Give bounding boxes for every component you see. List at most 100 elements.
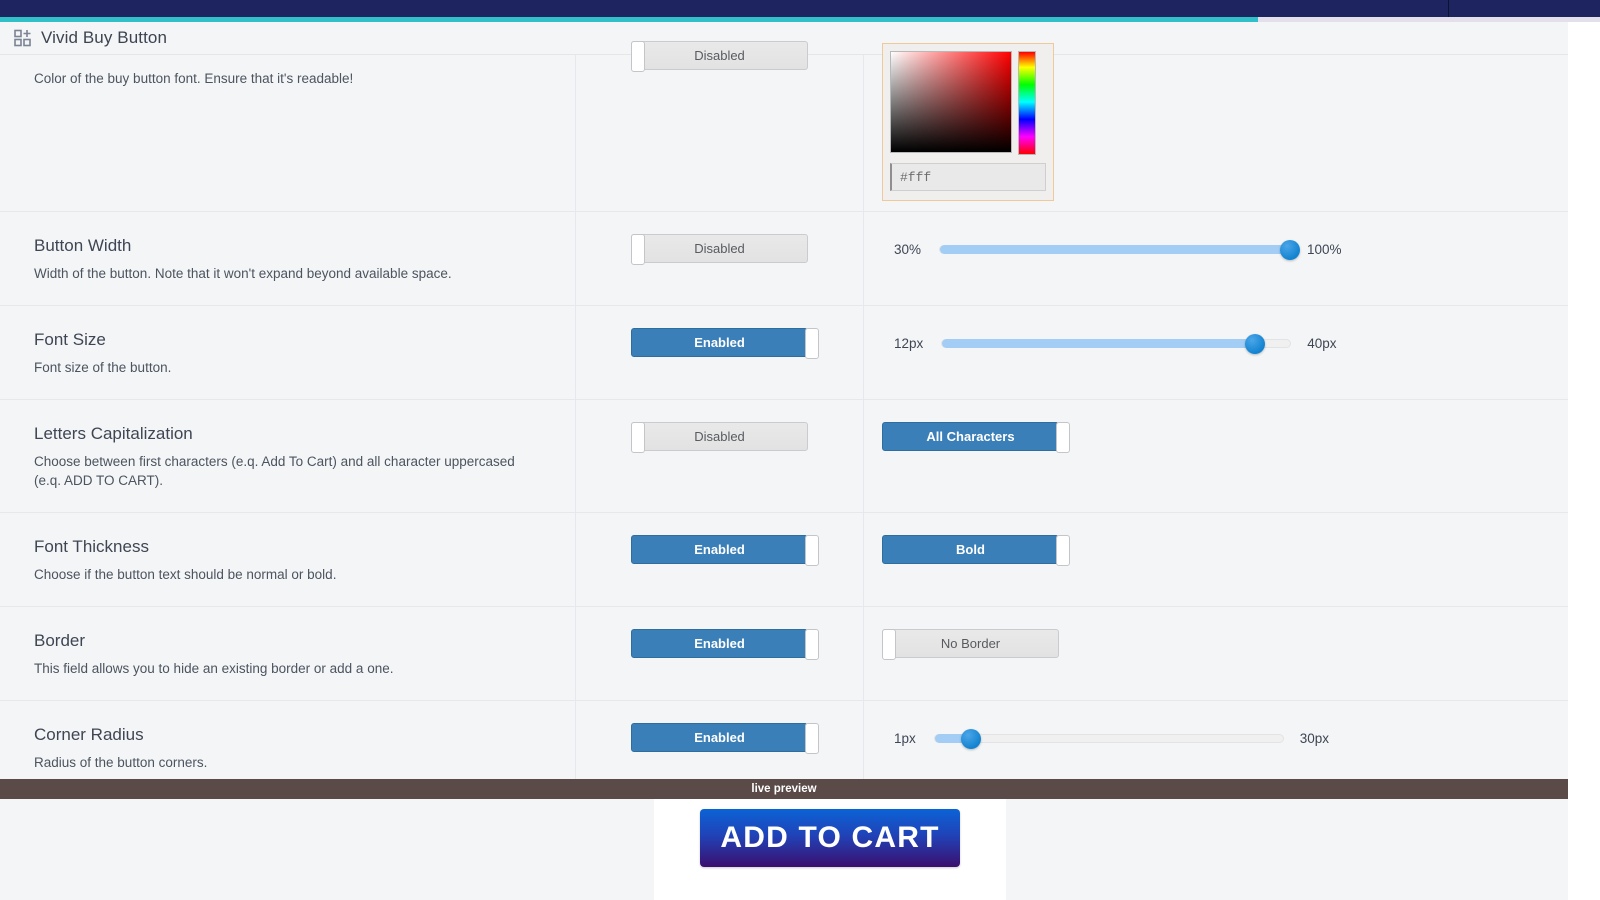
setting-label-cell: Letters Capitalization Choose between fir… xyxy=(0,400,576,512)
toggle-knob xyxy=(1056,422,1070,453)
toggle-knob xyxy=(882,629,896,660)
slider-corner-radius: 1px 30px xyxy=(882,723,1548,746)
setting-row-font-size: Font Size Font size of the button. Enabled… xyxy=(0,306,1568,400)
setting-label-cell: Border This field allows you to hide an e… xyxy=(0,607,576,700)
slider-font-size: 12px 40px xyxy=(882,328,1548,351)
toggle-label: Disabled xyxy=(694,429,745,444)
enable-toggle-button-width[interactable]: Disabled xyxy=(631,234,808,263)
live-preview-bar: live preview xyxy=(0,779,1568,799)
color-hex-input[interactable] xyxy=(890,163,1046,191)
color-picker-body xyxy=(890,51,1046,155)
setting-description: Choose if the button text should be norm… xyxy=(34,565,535,584)
settings-list: Color of the buy button font. Ensure tha… xyxy=(0,55,1568,779)
setting-enable-cell: Disabled xyxy=(576,400,864,512)
setting-row-letters-capitalization: Letters Capitalization Choose between fir… xyxy=(0,400,1568,513)
live-preview-card: ADD TO CART xyxy=(654,799,1006,900)
setting-description: Radius of the button corners. xyxy=(34,753,535,772)
slider-max-label: 100% xyxy=(1307,242,1342,257)
toggle-label: Enabled xyxy=(694,542,745,557)
setting-description: Width of the button. Note that it won't … xyxy=(34,264,535,283)
apps-add-icon xyxy=(14,29,32,47)
slider-min-label: 1px xyxy=(894,731,916,746)
browser-title-bar xyxy=(0,0,1600,17)
option-toggle-border[interactable]: No Border xyxy=(882,629,1059,658)
toggle-label: Enabled xyxy=(694,730,745,745)
setting-control-cell: Bold xyxy=(864,513,1568,606)
setting-enable-cell: Enabled xyxy=(576,513,864,606)
slider-fill xyxy=(942,339,1255,348)
slider-rail[interactable] xyxy=(941,339,1291,348)
enable-toggle-letters-capitalization[interactable]: Disabled xyxy=(631,422,808,451)
enable-toggle-border[interactable]: Enabled xyxy=(631,629,808,658)
slider-max-label: 40px xyxy=(1307,336,1336,351)
option-toggle-letters-capitalization[interactable]: All Characters xyxy=(882,422,1059,451)
toggle-label: Disabled xyxy=(694,241,745,256)
slider-min-label: 30% xyxy=(894,242,921,257)
setting-label-cell: Color of the buy button font. Ensure tha… xyxy=(0,55,576,211)
toggle-knob xyxy=(631,41,645,72)
toggle-knob xyxy=(805,629,819,660)
setting-title: Border xyxy=(34,629,535,653)
setting-label-cell: Button Width Width of the button. Note th… xyxy=(0,212,576,305)
toggle-label: Enabled xyxy=(694,636,745,651)
setting-title: Button Width xyxy=(34,234,535,258)
setting-control-cell: 12px 40px xyxy=(864,306,1568,399)
setting-label-cell: Font Thickness Choose if the button text … xyxy=(0,513,576,606)
toggle-knob xyxy=(1056,535,1070,566)
toggle-knob xyxy=(805,535,819,566)
option-toggle-font-thickness[interactable]: Bold xyxy=(882,535,1059,564)
slider-handle[interactable] xyxy=(961,729,981,749)
slider-button-width: 30% 100% xyxy=(882,234,1548,257)
slider-handle[interactable] xyxy=(1280,240,1300,260)
setting-enable-cell: Enabled xyxy=(576,306,864,399)
toggle-label: All Characters xyxy=(926,429,1014,444)
toggle-label: No Border xyxy=(941,636,1000,651)
setting-description: Choose between first characters (e.q. Ad… xyxy=(34,452,535,490)
setting-row-font-color: Color of the buy button font. Ensure tha… xyxy=(0,55,1568,212)
setting-title: Font Thickness xyxy=(34,535,535,559)
setting-control-cell xyxy=(864,55,1568,211)
setting-title: Letters Capitalization xyxy=(34,422,535,446)
setting-description: This field allows you to hide an existin… xyxy=(34,659,535,678)
setting-control-cell: All Characters xyxy=(864,400,1568,512)
setting-enable-cell: Enabled xyxy=(576,607,864,700)
setting-label-cell: Font Size Font size of the button. xyxy=(0,306,576,399)
enable-toggle-font-size[interactable]: Enabled xyxy=(631,328,808,357)
toggle-knob xyxy=(631,422,645,453)
slider-rail[interactable] xyxy=(934,734,1284,743)
right-gutter xyxy=(1568,22,1600,900)
setting-row-font-thickness: Font Thickness Choose if the button text … xyxy=(0,513,1568,607)
toggle-knob xyxy=(631,234,645,265)
toggle-knob xyxy=(805,328,819,359)
color-saturation-value-field[interactable] xyxy=(890,51,1012,153)
enable-toggle-corner-radius[interactable]: Enabled xyxy=(631,723,808,752)
toggle-label: Disabled xyxy=(694,48,745,63)
setting-title: Font Size xyxy=(34,328,535,352)
color-hue-strip[interactable] xyxy=(1018,51,1036,155)
setting-control-cell: 30% 100% xyxy=(864,212,1568,305)
slider-max-label: 30px xyxy=(1300,731,1329,746)
slider-min-label: 12px xyxy=(894,336,923,351)
enable-toggle-font-thickness[interactable]: Enabled xyxy=(631,535,808,564)
slider-handle[interactable] xyxy=(1245,334,1265,354)
toggle-label: Enabled xyxy=(694,335,745,350)
setting-description: Font size of the button. xyxy=(34,358,535,377)
setting-enable-cell: Disabled xyxy=(576,212,864,305)
slider-rail[interactable] xyxy=(939,245,1291,254)
live-preview-label: live preview xyxy=(751,783,816,795)
color-picker[interactable] xyxy=(882,43,1054,201)
toggle-knob xyxy=(805,723,819,754)
add-to-cart-button[interactable]: ADD TO CART xyxy=(700,809,960,867)
browser-tab-divider xyxy=(1448,0,1449,17)
setting-enable-cell: Disabled xyxy=(576,55,864,211)
setting-title: Corner Radius xyxy=(34,723,535,747)
setting-control-cell: No Border xyxy=(864,607,1568,700)
enable-toggle-font-color[interactable]: Disabled xyxy=(631,41,808,70)
setting-description: Color of the buy button font. Ensure tha… xyxy=(34,69,535,88)
setting-row-border: Border This field allows you to hide an e… xyxy=(0,607,1568,701)
live-preview-area: ADD TO CART xyxy=(0,799,1568,900)
page-title: Vivid Buy Button xyxy=(41,28,167,48)
toggle-label: Bold xyxy=(956,542,985,557)
setting-row-button-width: Button Width Width of the button. Note th… xyxy=(0,212,1568,306)
slider-fill xyxy=(940,245,1290,254)
